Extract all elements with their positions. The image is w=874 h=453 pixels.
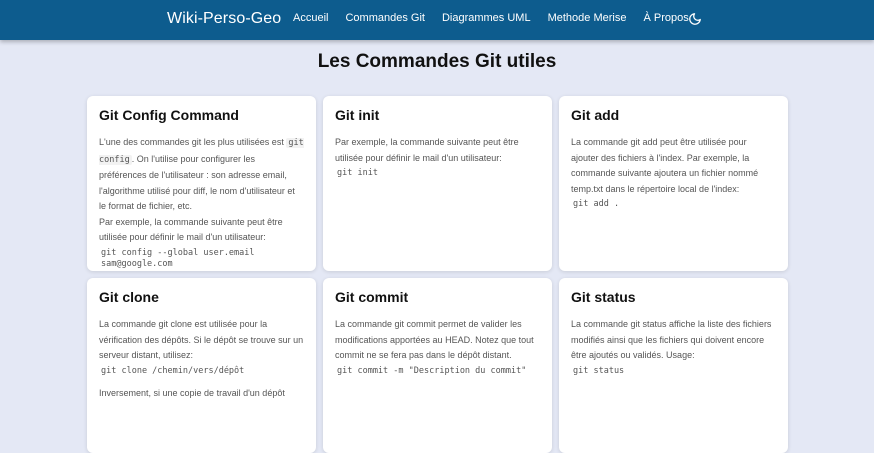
nav-link-commandes-git[interactable]: Commandes Git	[345, 12, 424, 24]
card-git-init: Git init Par exemple, la commande suivan…	[323, 96, 552, 271]
code-snippet: git commit -m "Description du commit"	[337, 365, 527, 376]
card-title: Git status	[571, 289, 636, 305]
card-git-clone: Git clone La commande git clone est util…	[87, 278, 316, 453]
nav-link-a-propos[interactable]: À Propos	[643, 12, 688, 24]
moon-icon[interactable]	[688, 12, 702, 26]
nav-link-accueil[interactable]: Accueil	[293, 12, 328, 24]
card-title: Git init	[335, 107, 380, 123]
nav-link-methode-merise[interactable]: Methode Merise	[548, 12, 627, 24]
card-text: Par exemple, la commande suivante peut ê…	[99, 216, 283, 243]
code-snippet: git init	[337, 168, 378, 178]
card-text: L'une des commandes git les plus utilisé…	[99, 135, 304, 215]
card-title: Git clone	[99, 289, 159, 305]
code-snippet: git config --global user.email sam@googl…	[101, 247, 255, 269]
page-title: Les Commandes Git utiles	[317, 51, 557, 72]
card-title: Git commit	[335, 289, 409, 305]
card-title: Git add	[571, 107, 620, 123]
command-grid: Git Config Command L'une des commandes g…	[87, 96, 788, 453]
card-git-status: Git status La commande git status affich…	[559, 278, 788, 453]
code-snippet: git status	[573, 365, 625, 376]
card-git-config: Git Config Command L'une des commandes g…	[87, 96, 316, 271]
card-text: Inversement, si une copie de travail d'u…	[99, 387, 285, 398]
navbar: Wiki-Perso-Geo Accueil Commandes Git Dia…	[0, 0, 874, 40]
card-text: La commande git add peut être utilisée p…	[571, 137, 759, 194]
brand-link[interactable]: Wiki-Perso-Geo	[167, 10, 281, 28]
nav-link-diagrammes-uml[interactable]: Diagrammes UML	[442, 12, 531, 24]
card-text: La commande git status affiche la liste …	[571, 319, 772, 360]
card-git-commit: Git commit La commande git commit permet…	[323, 278, 552, 453]
nav-links: Accueil Commandes Git Diagrammes UML Met…	[293, 12, 706, 24]
card-text: La commande git commit permet de valider…	[335, 319, 534, 360]
code-snippet: git add .	[573, 199, 620, 209]
card-text-part: L'une des commandes git les plus utilisé…	[99, 137, 284, 147]
card-title: Git Config Command	[99, 107, 239, 123]
card-text: La commande git clone est utilisée pour …	[99, 319, 304, 360]
card-git-add: Git add La commande git add peut être ut…	[559, 96, 788, 271]
card-text: Par exemple, la commande suivante peut ê…	[335, 137, 519, 163]
code-snippet: git clone /chemin/vers/dépôt	[101, 365, 245, 376]
